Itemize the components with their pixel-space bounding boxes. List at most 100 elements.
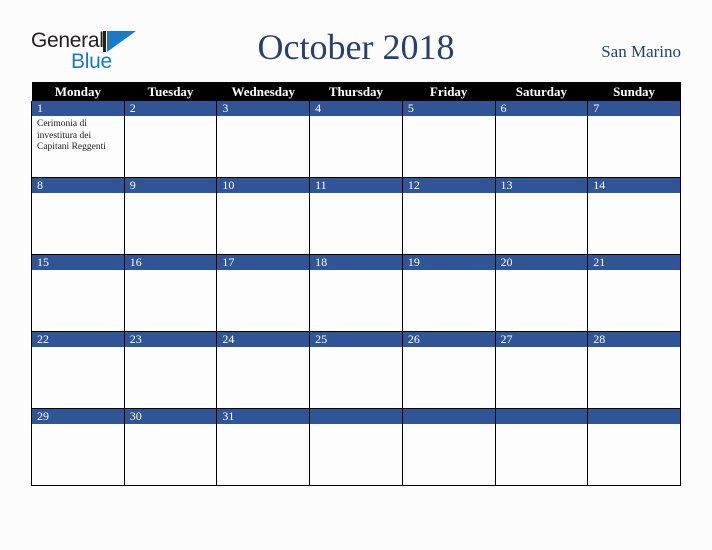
day-number: 11 (310, 178, 402, 193)
weekday-header-wednesday: Wednesday (216, 82, 310, 101)
weekday-header-monday: Monday (31, 82, 125, 101)
day-number: 13 (495, 178, 588, 193)
calendar-day-cell[interactable]: 21 (587, 254, 681, 332)
calendar-day-cell[interactable]: 8 (31, 177, 125, 255)
day-number (310, 409, 402, 424)
page-header: General Blue October 2018 San Marino (0, 0, 712, 82)
day-number: 7 (588, 101, 680, 116)
calendar-day-cell[interactable]: 9 (123, 177, 218, 255)
day-events (403, 347, 495, 350)
day-events (588, 193, 680, 196)
calendar-day-cell[interactable]: 29 (31, 408, 125, 486)
calendar-day-cell[interactable] (587, 408, 681, 486)
calendar-day-cell[interactable]: 25 (309, 331, 403, 409)
day-events (588, 270, 680, 273)
day-events (403, 270, 495, 273)
page-title: October 2018 (257, 27, 455, 67)
day-events (403, 424, 495, 427)
calendar-day-cell[interactable]: 5 (401, 101, 496, 178)
calendar-day-cell[interactable]: 30 (123, 408, 218, 486)
day-events (403, 116, 495, 119)
day-number: 10 (217, 178, 310, 193)
day-number: 29 (32, 409, 124, 424)
day-number: 4 (310, 101, 402, 116)
day-events (217, 424, 309, 427)
calendar-day-cell[interactable]: 13 (494, 177, 589, 255)
day-number: 1 (32, 101, 124, 116)
day-events (496, 193, 588, 196)
calendar-day-cell[interactable] (309, 408, 403, 486)
day-events (588, 424, 680, 427)
weekday-header-tuesday: Tuesday (124, 82, 217, 101)
brand-logo[interactable]: General Blue (31, 30, 151, 75)
calendar-day-cell[interactable]: 12 (401, 177, 496, 255)
day-number: 30 (124, 409, 217, 424)
day-events: Cerimonia di investitura dei Capitani Re… (32, 116, 124, 154)
day-number: 31 (217, 409, 310, 424)
day-events (496, 424, 588, 427)
day-events (217, 270, 309, 273)
calendar-day-cell[interactable] (401, 408, 496, 486)
calendar-day-cell[interactable]: 27 (494, 331, 589, 409)
calendar-day-cell[interactable]: 23 (123, 331, 218, 409)
day-number: 27 (495, 332, 588, 347)
calendar-day-cell[interactable]: 20 (494, 254, 589, 332)
day-number: 17 (217, 255, 310, 270)
day-events (125, 116, 217, 119)
calendar-week-row: 15 16 17 18 19 20 21 (31, 254, 681, 332)
calendar-day-cell[interactable]: 6 (494, 101, 589, 178)
calendar-day-cell[interactable] (494, 408, 589, 486)
day-number: 26 (402, 332, 495, 347)
day-number: 16 (124, 255, 217, 270)
calendar-day-cell[interactable]: 11 (309, 177, 403, 255)
calendar-week-row: 29 30 31 (31, 408, 681, 486)
day-number: 6 (495, 101, 588, 116)
day-number: 9 (124, 178, 217, 193)
calendar-day-cell[interactable]: 14 (587, 177, 681, 255)
day-number: 28 (588, 332, 680, 347)
calendar-day-cell[interactable]: 24 (216, 331, 311, 409)
calendar-day-cell[interactable]: 22 (31, 331, 125, 409)
day-events (496, 116, 588, 119)
day-events (496, 270, 588, 273)
calendar-day-cell[interactable]: 7 (587, 101, 681, 178)
day-number: 25 (310, 332, 402, 347)
calendar-day-cell[interactable]: 4 (309, 101, 403, 178)
day-number (402, 409, 495, 424)
calendar-day-cell[interactable]: 19 (401, 254, 496, 332)
weekday-header-saturday: Saturday (495, 82, 588, 101)
day-number: 2 (124, 101, 217, 116)
calendar-day-cell[interactable]: 10 (216, 177, 311, 255)
calendar-day-cell[interactable]: 18 (309, 254, 403, 332)
blue-triangle-icon (103, 31, 136, 52)
calendar-week-row: 1 Cerimonia di investitura dei Capitani R… (31, 101, 681, 178)
day-number: 18 (310, 255, 402, 270)
day-events (310, 424, 402, 427)
calendar-day-cell[interactable]: 16 (123, 254, 218, 332)
day-events (588, 347, 680, 350)
day-events (125, 193, 217, 196)
day-number: 19 (402, 255, 495, 270)
calendar-grid: Monday Tuesday Wednesday Thursday Friday Satu… (31, 82, 681, 486)
brand-name-blue: Blue (71, 50, 112, 73)
calendar-day-cell[interactable]: 2 (123, 101, 218, 178)
day-events (217, 347, 309, 350)
day-events (32, 424, 124, 427)
day-events (310, 347, 402, 350)
day-events (403, 193, 495, 196)
calendar-day-cell[interactable]: 17 (216, 254, 311, 332)
day-events (125, 270, 217, 273)
calendar-day-cell[interactable]: 26 (401, 331, 496, 409)
calendar-body: 1 Cerimonia di investitura dei Capitani R… (31, 101, 681, 486)
calendar-day-cell[interactable]: 1 Cerimonia di investitura dei Capitani R… (31, 101, 125, 178)
calendar-day-cell[interactable]: 3 (216, 101, 311, 178)
calendar-day-cell[interactable]: 28 (587, 331, 681, 409)
day-number: 12 (402, 178, 495, 193)
day-events (496, 347, 588, 350)
holiday-event: Cerimonia di investitura dei Capitani Re… (37, 119, 106, 152)
calendar-day-cell[interactable]: 15 (31, 254, 125, 332)
day-number: 5 (402, 101, 495, 116)
day-number: 15 (32, 255, 124, 270)
country-label: San Marino (601, 42, 681, 61)
calendar-day-cell[interactable]: 31 (216, 408, 311, 486)
